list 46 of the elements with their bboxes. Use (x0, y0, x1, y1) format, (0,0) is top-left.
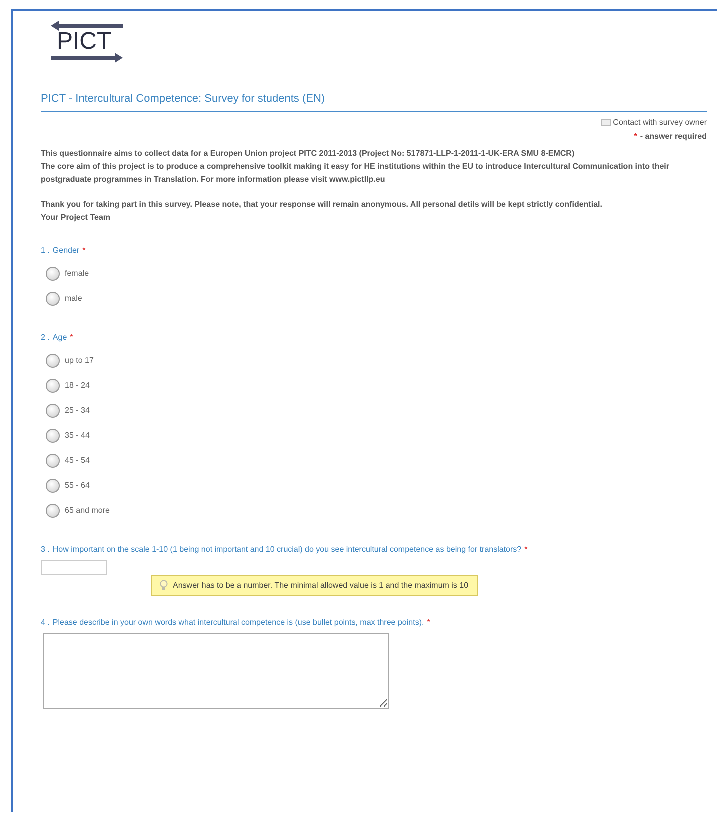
arrow-icon (51, 21, 123, 31)
radio-button[interactable] (46, 454, 60, 468)
question-text: How important on the scale 1-10 (1 being not important and 10 crucial) do you see intercultural competence as being for translators? (52, 545, 522, 554)
radio-button[interactable] (46, 428, 60, 442)
question-text: Please describe in your own words what intercultural competence is (use bullet points, max three points). (52, 618, 424, 627)
option-label: 25 - 34 (65, 406, 90, 415)
envelope-icon (601, 119, 612, 126)
logo-text: PICT (57, 31, 112, 53)
question-number: 3 . (41, 545, 50, 554)
radio-button[interactable] (46, 354, 60, 368)
hint-text: Answer has to be a number. The minimal allowed value is 1 and the maximum is 10 (173, 581, 469, 590)
radio-button[interactable] (46, 504, 60, 518)
radio-button[interactable] (46, 478, 60, 492)
answer-box[interactable] (43, 633, 389, 709)
intro-text: The core aim of this project is to produce a comprehensive toolkit making it easy for HE institutions within the EU to introduce Intercultural Communication into their postgraduate programmes in Translation. For more information please visit www.pictllp.eu (41, 161, 671, 186)
question-number: 4 . (41, 618, 50, 627)
radio-button[interactable] (46, 292, 60, 306)
option-label: 35 - 44 (65, 431, 90, 440)
option-label: up to 17 (65, 356, 94, 365)
lightbulb-icon (160, 580, 168, 591)
question-text: Age (52, 333, 68, 342)
arrow-icon (51, 53, 123, 63)
intro-text: Thank you for taking part in this survey. Please note, that your response will remain anonymous. All personal detils will be kept strictly confidential. (41, 199, 604, 211)
intro-text: This questionnaire aims to collect data for a Europen Union project PITC 2011-2013 (Project No: 517871-LLP-1-2011-1-UK-ERA SMU 8-EMCR) (41, 148, 576, 160)
contact-link[interactable]: Contact with survey owner (601, 118, 707, 127)
required-asterisk: * (82, 246, 86, 255)
option-label: 45 - 54 (65, 456, 90, 465)
radio-button[interactable] (46, 266, 60, 280)
option-label: 55 - 64 (65, 481, 90, 490)
option-label: female (65, 269, 90, 278)
required-legend: - answer required (640, 132, 707, 141)
radio-button[interactable] (46, 404, 60, 418)
required-asterisk: * (524, 545, 528, 554)
required-asterisk: * (634, 132, 638, 141)
option-label: male (65, 294, 82, 303)
number-field[interactable] (41, 560, 107, 575)
required-asterisk: * (427, 618, 430, 627)
question-number: 2 . (41, 333, 50, 342)
required-asterisk: * (70, 333, 74, 342)
radio-button[interactable] (46, 378, 60, 392)
intro-text: Your Project Team (41, 212, 112, 224)
survey-title: PICT - Intercultural Competence: Survey for students (EN) (41, 93, 707, 112)
question-text: Gender (52, 246, 80, 255)
option-label: 18 - 24 (65, 381, 90, 390)
option-label: 65 and more (65, 506, 110, 515)
question-number: 1 . (41, 246, 50, 255)
